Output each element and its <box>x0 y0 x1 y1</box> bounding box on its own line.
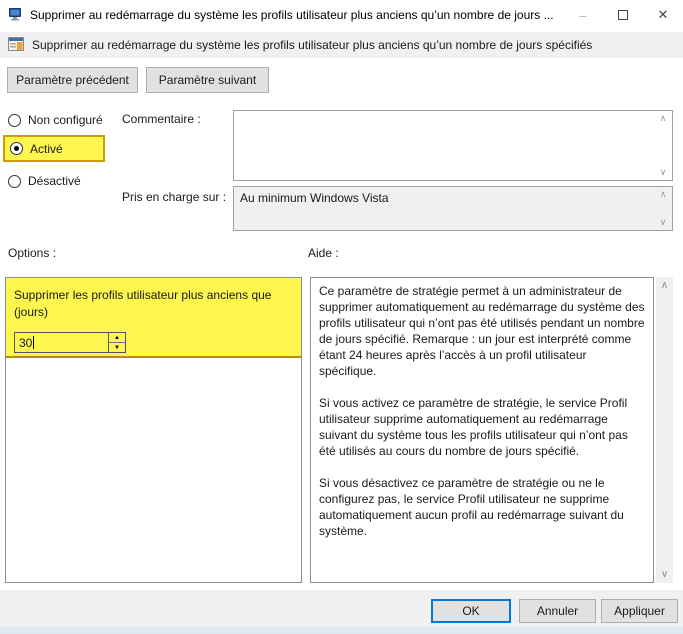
next-setting-button[interactable]: Paramètre suivant <box>146 67 269 93</box>
scroll-up-icon[interactable]: ∧ <box>657 114 669 123</box>
maximize-icon <box>618 10 628 20</box>
scroll-up-icon[interactable]: ∧ <box>657 190 669 199</box>
radio-label: Non configuré <box>28 113 103 127</box>
spinner-up-icon[interactable]: ▲ <box>109 333 125 343</box>
help-label: Aide : <box>308 246 339 260</box>
scroll-down-icon[interactable]: ∨ <box>657 168 669 177</box>
comment-textarea[interactable]: ∧ ∨ <box>233 110 673 181</box>
radio-circle-icon[interactable] <box>8 113 21 127</box>
app-window-icon <box>8 6 24 25</box>
apply-button[interactable]: Appliquer <box>601 599 678 623</box>
radio-circle-icon[interactable] <box>8 174 21 188</box>
supported-on-label: Pris en charge sur : <box>122 190 227 204</box>
close-button[interactable]: ✕ <box>643 0 683 30</box>
policy-header: Supprimer au redémarrage du système les … <box>0 32 683 58</box>
spinner-down-icon[interactable]: ▼ <box>109 343 125 352</box>
days-spinner[interactable]: 30 ▲ ▼ <box>14 332 126 353</box>
days-value[interactable]: 30 <box>19 336 32 350</box>
radio-not-configured[interactable]: Non configuré <box>8 112 103 128</box>
radio-label: Désactivé <box>28 174 81 188</box>
text-caret <box>33 336 35 349</box>
scroll-up-icon[interactable]: ∧ <box>656 277 673 294</box>
policy-title: Supprimer au redémarrage du système les … <box>32 38 593 52</box>
supported-on-box: Au minimum Windows Vista ∧ ∨ <box>233 186 673 231</box>
setting-name-line2: (jours) <box>14 305 49 319</box>
help-scrollbar[interactable]: ∧ ∨ <box>656 277 673 583</box>
help-paragraph: Si vous désactivez ce paramètre de strat… <box>319 476 624 538</box>
maximize-button[interactable] <box>603 0 643 30</box>
radio-circle-icon[interactable] <box>10 142 23 155</box>
previous-setting-button[interactable]: Paramètre précédent <box>7 67 138 93</box>
options-panel: Supprimer les profils utilisateur plus a… <box>5 277 302 583</box>
cancel-button[interactable]: Annuler <box>519 599 596 623</box>
radio-disabled[interactable]: Désactivé <box>8 173 81 189</box>
title-bar: Supprimer au redémarrage du système les … <box>0 0 683 30</box>
supported-on-value: Au minimum Windows Vista <box>240 191 389 205</box>
radio-label: Activé <box>30 141 63 156</box>
help-paragraph: Si vous activez ce paramètre de stratégi… <box>319 396 628 458</box>
window-title: Supprimer au redémarrage du système les … <box>30 8 554 22</box>
scroll-down-icon[interactable]: ∨ <box>656 566 673 583</box>
comment-label: Commentaire : <box>122 112 201 126</box>
bottom-edge-strip <box>0 627 683 634</box>
radio-enabled[interactable]: Activé <box>10 141 63 157</box>
scroll-down-icon[interactable]: ∨ <box>657 218 669 227</box>
setting-name-line1: Supprimer les profils utilisateur plus a… <box>14 288 272 302</box>
ok-button[interactable]: OK <box>431 599 511 623</box>
minimize-button[interactable]: – <box>563 0 603 30</box>
window-controls: – ✕ <box>563 0 683 30</box>
policy-setting-icon <box>8 36 24 54</box>
radio-enabled-highlight: Activé <box>3 135 105 162</box>
spinner-buttons: ▲ ▼ <box>108 333 125 352</box>
options-label: Options : <box>8 246 57 260</box>
help-paragraph: Ce paramètre de stratégie permet à un ad… <box>319 284 645 378</box>
help-text-panel: Ce paramètre de stratégie permet à un ad… <box>310 277 654 583</box>
options-highlight-area: Supprimer les profils utilisateur plus a… <box>6 278 301 358</box>
